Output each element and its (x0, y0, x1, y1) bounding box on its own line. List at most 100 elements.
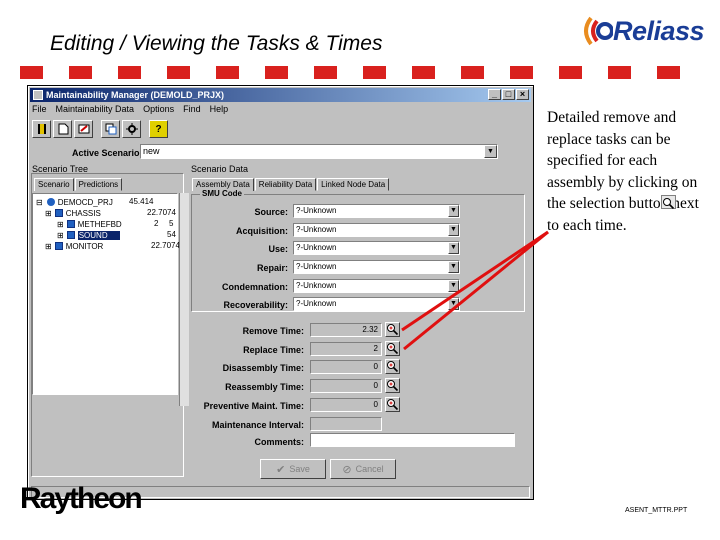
source-select[interactable]: ?-Unknown ▼ (293, 204, 460, 218)
slide-title: Editing / Viewing the Tasks & Times (50, 32, 383, 55)
tree-row-value: 45.414 (129, 197, 154, 206)
check-icon: ✔ (276, 463, 286, 476)
source-value: ?-Unknown (296, 206, 337, 215)
chevron-down-icon[interactable]: ▼ (448, 205, 459, 217)
cancel-button[interactable]: ⊘ Cancel (330, 459, 396, 479)
close-button[interactable]: × (516, 89, 529, 100)
assembly-icon (54, 209, 63, 217)
raytheon-logo: Raytheon (20, 482, 143, 515)
edit-icon[interactable] (74, 120, 93, 138)
scenario-data-label: Scenario Data (191, 164, 249, 174)
app-window: Maintainability Manager (DEMOLD_PRJX) _ … (27, 85, 534, 500)
tree-row[interactable]: ⊞ CHASSIS (45, 208, 101, 218)
comments-field[interactable] (310, 433, 515, 447)
chevron-down-icon[interactable]: ▼ (448, 261, 459, 273)
preventive-maint-time-field[interactable]: 0 (310, 398, 382, 412)
acquisition-label: Acquisition: (236, 226, 288, 236)
menu-file[interactable]: File (32, 104, 47, 114)
maximize-button[interactable]: □ (502, 89, 515, 100)
tab-predictions[interactable]: Predictions (74, 178, 123, 191)
copy-icon[interactable] (101, 120, 120, 138)
magnifier-icon (387, 399, 399, 411)
tree-row[interactable]: ⊞ METHEFBD (57, 219, 122, 229)
reassembly-time-field[interactable]: 0 (310, 379, 382, 393)
use-label: Use: (268, 244, 288, 254)
help-icon[interactable]: ? (149, 120, 168, 138)
tab-reliability-data[interactable]: Reliability Data (254, 178, 317, 191)
window-title: Maintainability Manager (DEMOLD_PRJX) (46, 90, 225, 100)
tree-row-value: 54 (167, 230, 176, 239)
cancel-icon: ⊘ (342, 463, 352, 476)
scenario-tree-tabs: Scenario Predictions (34, 178, 123, 191)
acquisition-select[interactable]: ?-Unknown ▼ (293, 223, 460, 237)
active-scenario-select[interactable]: new ▼ (140, 144, 498, 159)
tree-expander[interactable]: ⊞ (57, 220, 64, 229)
remove-time-select-button[interactable] (385, 322, 400, 337)
preventive-maint-time-select-button[interactable] (385, 397, 400, 412)
tree-row-name: DEMOCD_PRJ (57, 197, 113, 207)
tree-row[interactable]: ⊟ DEMOCD_PRJ (36, 197, 113, 207)
acquisition-value: ?-Unknown (296, 225, 337, 234)
scenario-tree-scrollbar[interactable] (179, 193, 189, 406)
assembly-icon (54, 242, 63, 250)
use-value: ?-Unknown (296, 243, 337, 252)
menu-maintainability-data[interactable]: Maintainability Data (56, 104, 135, 114)
save-button[interactable]: ✔ Save (260, 459, 326, 479)
replace-time-select-button[interactable] (385, 341, 400, 356)
maintenance-interval-field[interactable] (310, 417, 382, 431)
book-icon[interactable] (32, 120, 51, 138)
chevron-down-icon[interactable]: ▼ (448, 224, 459, 236)
description-text: Detailed remove and replace tasks can be… (547, 109, 699, 234)
tree-row[interactable]: ⊞ SOUND (57, 230, 120, 240)
magnifier-icon (661, 195, 676, 210)
logo-text: Reliass (613, 16, 705, 46)
chevron-down-icon[interactable]: ▼ (448, 280, 459, 292)
new-doc-icon[interactable] (53, 120, 72, 138)
tree-row-value: 22.7074 (151, 241, 180, 250)
remove-time-field[interactable]: 2.32 (310, 323, 382, 337)
tree-expander[interactable]: ⊞ (45, 209, 52, 218)
tree-expander[interactable]: ⊟ (36, 198, 43, 207)
tree-row-name: CHASSIS (65, 208, 101, 218)
tree-expander[interactable]: ⊞ (45, 242, 52, 251)
magnifier-icon (387, 361, 399, 373)
condemnation-label: Condemnation: (222, 282, 288, 292)
tree-expander[interactable]: ⊞ (57, 231, 64, 240)
cancel-label: Cancel (355, 464, 384, 474)
menu-find[interactable]: Find (183, 104, 201, 114)
tree-row-value: 22.7074 (147, 208, 176, 217)
repair-label: Repair: (256, 263, 288, 273)
remove-time-label: Remove Time: (242, 326, 304, 336)
tree-row-name: MONITOR (65, 241, 104, 251)
recoverability-select[interactable]: ?-Unknown ▼ (293, 297, 460, 311)
disassembly-time-field[interactable]: 0 (310, 360, 382, 374)
menu-help[interactable]: Help (210, 104, 229, 114)
reliass-logo-icon (584, 16, 614, 46)
chevron-down-icon[interactable]: ▼ (448, 298, 459, 310)
footer-tag: ASENT_MTTR.PPT (625, 507, 688, 514)
tree-row[interactable]: ⊞ MONITOR (45, 241, 103, 251)
tab-scenario[interactable]: Scenario (34, 178, 74, 191)
reassembly-time-select-button[interactable] (385, 378, 400, 393)
scenario-tree: ⊟ DEMOCD_PRJ 45.414 ⊞ CHASSIS 22.7074 ⊞ … (32, 193, 180, 395)
disassembly-time-select-button[interactable] (385, 359, 400, 374)
magnifier-icon (387, 380, 399, 392)
smu-code-title: SMU Code (200, 189, 244, 198)
comments-label: Comments: (254, 437, 304, 447)
settings-icon[interactable] (122, 120, 141, 138)
tree-row-value: 2 (154, 219, 159, 228)
minimize-button[interactable]: _ (488, 89, 501, 100)
active-scenario-label: Active Scenario: (72, 148, 143, 158)
magnifier-icon (387, 324, 399, 336)
project-icon (46, 198, 55, 206)
condemnation-select[interactable]: ?-Unknown ▼ (293, 279, 460, 293)
use-select[interactable]: ?-Unknown ▼ (293, 241, 460, 255)
tab-linked-node-data[interactable]: Linked Node Data (317, 178, 390, 191)
chevron-down-icon[interactable]: ▼ (448, 242, 459, 254)
menu-options[interactable]: Options (143, 104, 174, 114)
replace-time-field[interactable]: 2 (310, 342, 382, 356)
repair-select[interactable]: ?-Unknown ▼ (293, 260, 460, 274)
window-titlebar[interactable]: Maintainability Manager (DEMOLD_PRJX) _ … (30, 88, 531, 102)
chevron-down-icon[interactable]: ▼ (484, 145, 497, 158)
replace-time-label: Replace Time: (243, 345, 304, 355)
